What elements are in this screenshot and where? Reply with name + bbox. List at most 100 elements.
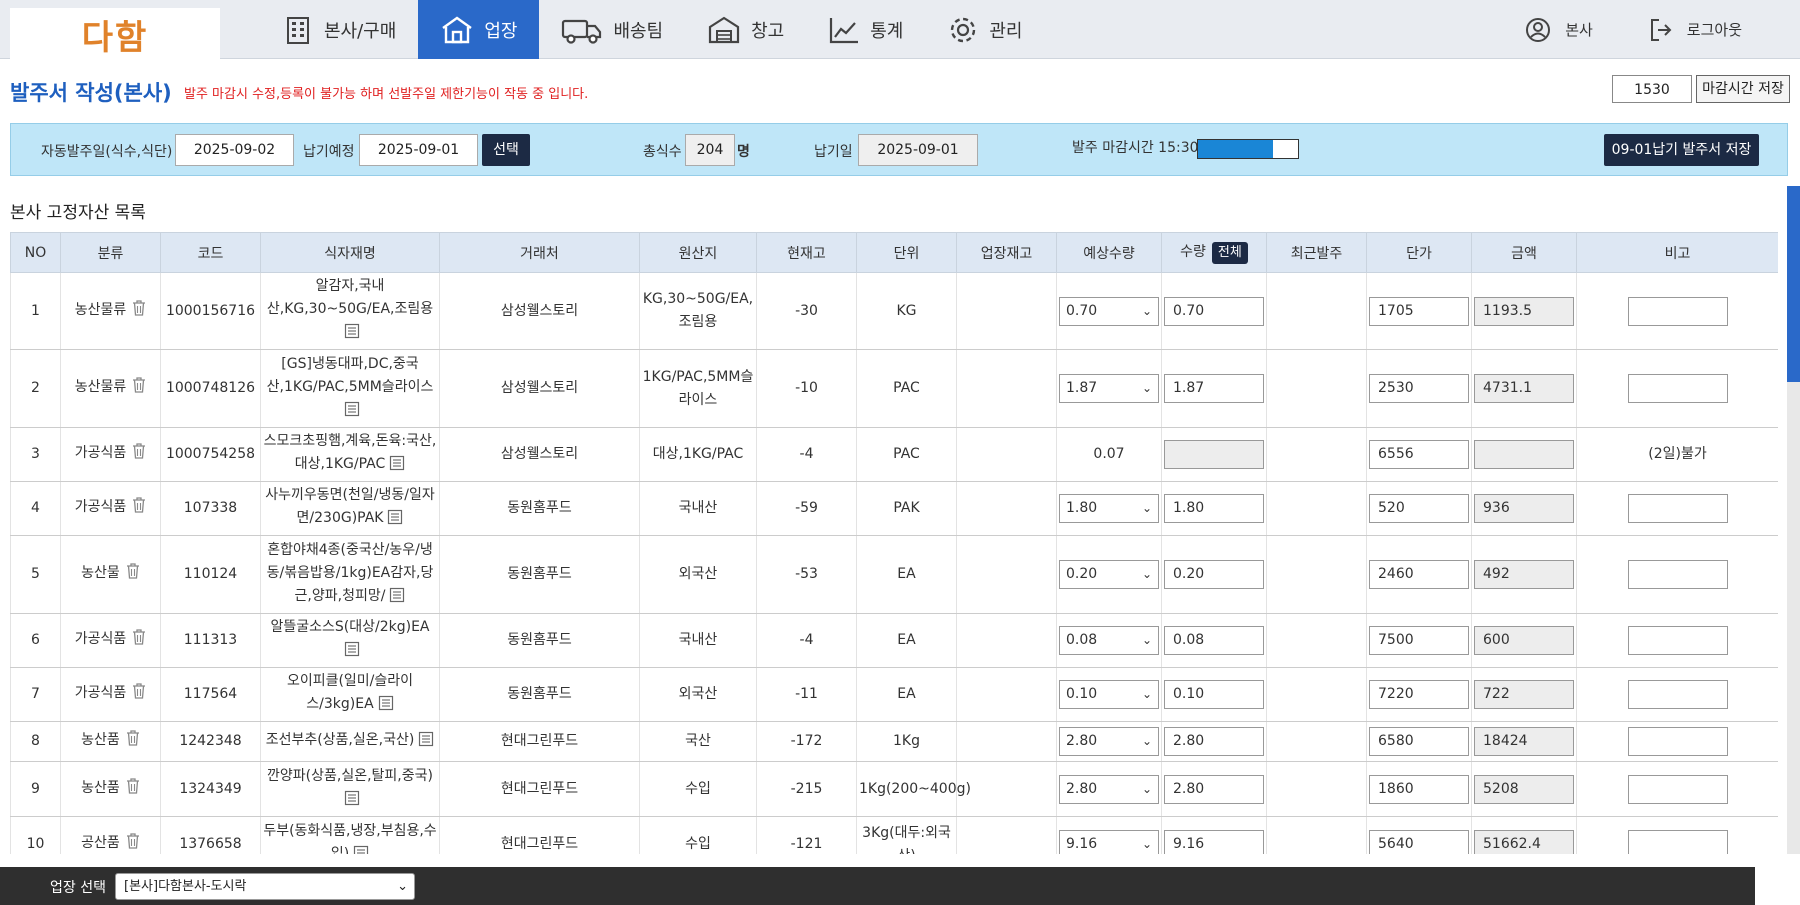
- column-header: 식자재명: [260, 232, 440, 273]
- column-header-label: 예상수량: [1083, 245, 1135, 262]
- table-header-row: NO 분류 코드 식자재명 거래처 원산지 현재고 단위 업장재고 예상수량 수량 전체 최근발주 단가 금…: [10, 232, 1778, 273]
- note-input[interactable]: [1627, 560, 1728, 589]
- document-list-icon[interactable]: [389, 587, 405, 611]
- expected-qty-select[interactable]: 0.70 ⌄: [1059, 296, 1159, 326]
- document-list-icon[interactable]: [344, 641, 360, 665]
- table-row: 3 가공식품 1000754258 스모크초핑햄,계육,돈육:국산,대상,1KG…: [10, 427, 1778, 482]
- unit-price-input[interactable]: 520: [1369, 494, 1469, 523]
- amount-field: 51662.4: [1474, 830, 1574, 854]
- warehouse-icon: [709, 16, 740, 43]
- unit-price-input[interactable]: 5640: [1369, 830, 1469, 854]
- expected-qty-select[interactable]: 9.16 ⌄: [1059, 830, 1159, 854]
- deadline-notice: 발주 마감시 수정,등록이 불가능 하며 선발주일 제한기능이 작동 중 입니다…: [184, 87, 589, 102]
- expected-qty-select[interactable]: 1.87 ⌄: [1059, 374, 1159, 403]
- deadline-time-input[interactable]: 1530: [1612, 75, 1692, 103]
- nav-item-statistics[interactable]: 통계: [806, 0, 925, 59]
- trash-icon[interactable]: [126, 563, 140, 587]
- trash-icon[interactable]: [126, 730, 140, 754]
- note-input[interactable]: [1627, 626, 1728, 655]
- note-input[interactable]: [1627, 680, 1728, 709]
- column-header: 업장재고: [956, 232, 1057, 273]
- unit-price-input[interactable]: 7500: [1369, 626, 1469, 655]
- select-all-button[interactable]: 전체: [1211, 242, 1248, 264]
- save-order-button[interactable]: 09-01납기 발주서 저장: [1604, 134, 1759, 166]
- unit-price-input[interactable]: 2530: [1369, 374, 1469, 403]
- trash-icon[interactable]: [132, 629, 146, 653]
- quantity-cell: 1.80: [1161, 481, 1267, 536]
- deadline-save-button[interactable]: 마감시간 저장: [1696, 75, 1790, 103]
- document-list-icon[interactable]: [344, 323, 360, 347]
- unit-price-input[interactable]: 2460: [1369, 560, 1469, 589]
- unit-price-input[interactable]: 6556: [1369, 440, 1469, 469]
- trash-icon[interactable]: [132, 497, 146, 521]
- note-cell: [1576, 761, 1778, 817]
- quantity-input[interactable]: 2.80: [1164, 774, 1264, 804]
- nav-item-headquarters[interactable]: 본사/구매: [260, 0, 418, 59]
- trash-icon[interactable]: [132, 299, 146, 324]
- document-list-icon[interactable]: [387, 509, 403, 533]
- document-list-icon[interactable]: [344, 790, 360, 814]
- quantity-input[interactable]: 1.87: [1164, 374, 1264, 403]
- quantity-input[interactable]: 0.10: [1164, 680, 1264, 709]
- table-row: 8 농산품 1242348 조선부추(상품,실온,국산) 현대그린푸드 국산 -…: [10, 721, 1778, 762]
- unit-price-input[interactable]: 6580: [1369, 727, 1469, 756]
- user-profile-link[interactable]: 본사: [1497, 0, 1621, 59]
- row-number: 1: [10, 272, 61, 350]
- document-list-icon[interactable]: [353, 845, 369, 854]
- column-header: 비고: [1576, 232, 1778, 273]
- note-input[interactable]: [1627, 374, 1728, 403]
- unit-price-input[interactable]: 1705: [1369, 296, 1469, 326]
- auto-order-date-input[interactable]: 2025-09-02: [175, 134, 294, 166]
- unit-price-input[interactable]: 7220: [1369, 680, 1469, 709]
- category-cell: 공산품: [60, 816, 161, 854]
- select-button[interactable]: 선택: [482, 134, 530, 166]
- note-input[interactable]: [1627, 774, 1728, 804]
- quantity-input[interactable]: 0.70: [1164, 296, 1264, 326]
- amount-cell: [1471, 427, 1577, 482]
- quantity-input[interactable]: 0.08: [1164, 626, 1264, 655]
- note-input[interactable]: [1627, 727, 1728, 756]
- expected-qty-value: 1.80: [1066, 500, 1098, 516]
- current-stock-cell: -30: [756, 272, 857, 350]
- note-input[interactable]: [1627, 494, 1728, 523]
- logout-link[interactable]: 로그아웃: [1621, 0, 1770, 59]
- item-name-text: 깐양파(상품,실온,탈피,중국): [267, 767, 433, 784]
- quantity-input[interactable]: 9.16: [1164, 830, 1264, 854]
- document-list-icon[interactable]: [389, 455, 405, 479]
- nav-item-management[interactable]: 관리: [925, 0, 1044, 59]
- expected-qty-select[interactable]: 0.08 ⌄: [1059, 626, 1159, 655]
- nav-item-store[interactable]: 업장: [418, 0, 540, 59]
- note-input[interactable]: [1627, 830, 1728, 854]
- expected-qty-select[interactable]: 0.10 ⌄: [1059, 680, 1159, 709]
- company-logo[interactable]: 다함: [10, 8, 220, 60]
- trash-icon[interactable]: [126, 833, 140, 854]
- planned-date-input[interactable]: 2025-09-01: [359, 134, 478, 166]
- trash-icon[interactable]: [126, 777, 140, 802]
- expected-qty-select[interactable]: 1.80 ⌄: [1059, 494, 1159, 523]
- trash-icon[interactable]: [132, 683, 146, 707]
- scrollbar-thumb[interactable]: [1787, 186, 1800, 382]
- store-select-dropdown[interactable]: [본사]다함본사-도시락 ⌄: [115, 873, 415, 900]
- quantity-input[interactable]: 2.80: [1164, 727, 1264, 756]
- document-list-icon[interactable]: [344, 401, 360, 425]
- document-list-icon[interactable]: [418, 731, 434, 755]
- table-row: 2 농산물류 1000748126 [GS]냉동대파,DC,중국산,1KG/PA…: [10, 349, 1778, 428]
- category-cell: 농산물: [60, 535, 161, 614]
- quantity-input[interactable]: 1.80: [1164, 494, 1264, 523]
- amount-field: 5208: [1474, 774, 1574, 804]
- expected-qty-select[interactable]: 2.80 ⌄: [1059, 774, 1159, 804]
- expected-qty-select[interactable]: 2.80 ⌄: [1059, 727, 1159, 756]
- expected-qty-select[interactable]: 0.20 ⌄: [1059, 560, 1159, 589]
- trash-icon[interactable]: [132, 377, 146, 401]
- note-input[interactable]: [1627, 296, 1728, 326]
- total-meals-value: 204: [685, 134, 735, 166]
- unit-price-input[interactable]: 1860: [1369, 774, 1469, 804]
- unit-price-cell: 6556: [1366, 427, 1472, 482]
- nav-item-warehouse[interactable]: 창고: [685, 0, 806, 59]
- category-cell: 가공식품: [60, 667, 161, 722]
- nav-item-delivery[interactable]: 배송팀: [539, 0, 685, 59]
- quantity-input[interactable]: 0.20: [1164, 560, 1264, 589]
- document-list-icon[interactable]: [378, 695, 394, 719]
- nav-label: 관리: [989, 20, 1023, 42]
- trash-icon[interactable]: [132, 443, 146, 467]
